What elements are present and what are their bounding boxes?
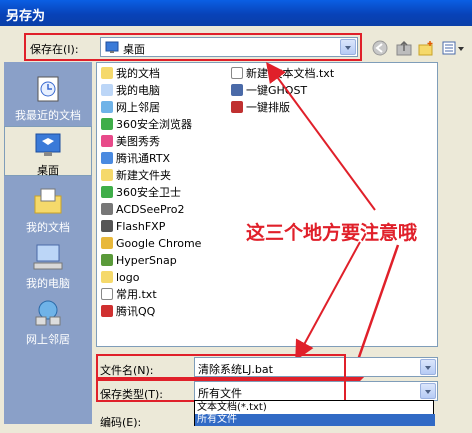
arrow-to-save-in bbox=[266, 61, 376, 211]
highlight-box-filename bbox=[96, 354, 346, 379]
arrow-to-filename bbox=[295, 241, 361, 361]
encoding-label: 编码(E): bbox=[100, 416, 142, 429]
filetype-dropdown-button[interactable] bbox=[420, 383, 436, 399]
highlight-box-filetype bbox=[96, 379, 346, 402]
annotation-text: 这三个地方要注意哦 bbox=[246, 222, 418, 244]
filename-dropdown-button[interactable] bbox=[420, 359, 436, 375]
dropdown-option-txt[interactable]: 文本文档(*.txt) bbox=[195, 402, 435, 414]
dropdown-option-all[interactable]: 所有文件 bbox=[195, 414, 435, 426]
filetype-dropdown-list: 文本文档(*.txt) 所有文件 bbox=[194, 400, 435, 426]
